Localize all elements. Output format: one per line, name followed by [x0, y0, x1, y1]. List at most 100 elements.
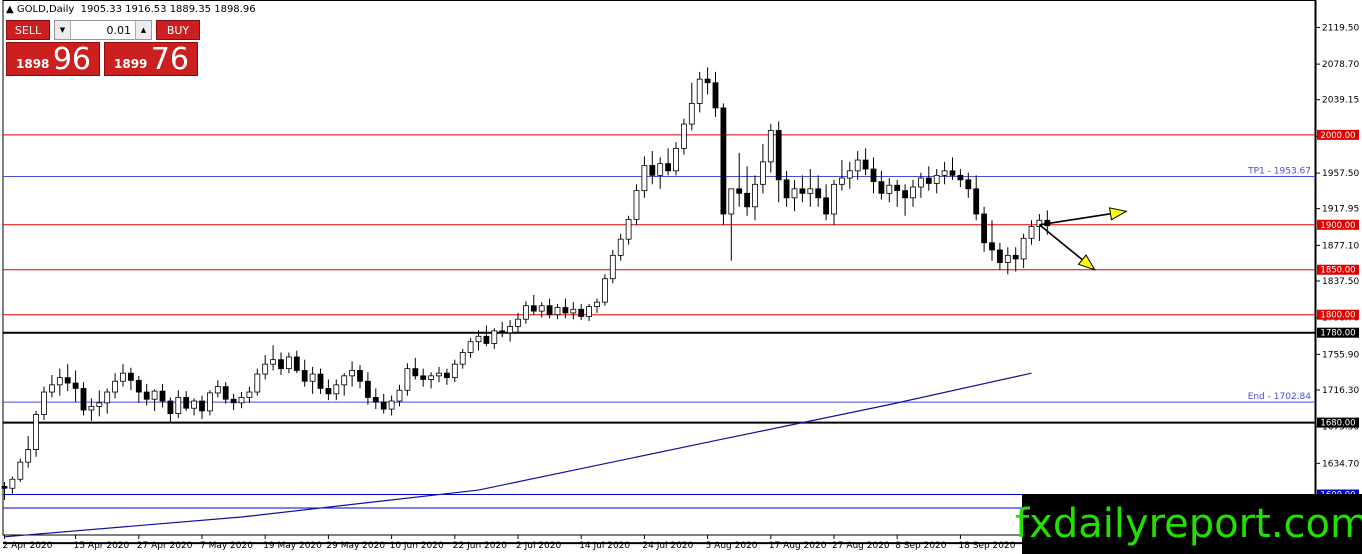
ask-price-button[interactable]: 1899 76 — [104, 42, 198, 77]
candle-body — [997, 249, 1003, 263]
date-tick-label: 29 May 2020 — [326, 541, 385, 551]
candle-body — [554, 307, 561, 316]
candle-body — [33, 414, 39, 450]
candle-body — [420, 375, 427, 380]
candle-body — [483, 335, 490, 344]
candle-body — [902, 190, 908, 199]
candle-body — [56, 377, 63, 386]
candle-body — [578, 308, 585, 317]
sell-button[interactable]: SELL — [6, 20, 50, 40]
candle-body — [807, 188, 814, 194]
date-tick-label: 2 Apr 2020 — [3, 541, 53, 551]
collapse-arrow-icon[interactable]: ▲ — [6, 4, 14, 15]
price-tick-label: 1877.10 — [1322, 241, 1359, 251]
candle-body — [80, 388, 87, 411]
candle-body — [349, 370, 356, 377]
candle-body — [586, 306, 592, 317]
lot-increase-arrow-icon[interactable]: ▲ — [135, 21, 151, 39]
date-tick-label: 10 Jun 2020 — [390, 541, 444, 551]
candle-body — [736, 188, 743, 194]
buy-button[interactable]: BUY — [156, 20, 200, 40]
ohlc-values: 1905.33 1916.53 1889.35 1898.96 — [80, 4, 256, 15]
candle-body — [428, 375, 435, 380]
candle-body — [625, 218, 632, 240]
candle-body — [499, 330, 506, 334]
price-tick-label: 1837.50 — [1322, 277, 1359, 287]
candle-body — [309, 373, 316, 382]
candle-body — [570, 308, 577, 314]
candle-body — [957, 174, 964, 181]
candle-body — [799, 188, 806, 194]
candle-body — [127, 372, 134, 381]
lot-size-control: ▼ ▲ — [54, 20, 152, 40]
candle-body — [135, 379, 142, 393]
date-tick-label: 22 Jun 2020 — [453, 541, 507, 551]
candle-body — [120, 372, 126, 382]
candle-body — [175, 397, 182, 415]
candle-body — [285, 356, 292, 370]
candle-body — [96, 402, 103, 407]
date-tick-label: 8 Sep 2020 — [895, 541, 947, 551]
candle-body — [688, 103, 695, 125]
candle-body — [412, 368, 419, 377]
candle-body — [364, 380, 371, 398]
bid-price-button[interactable]: 1898 96 — [6, 42, 100, 77]
candle-body — [451, 363, 458, 379]
candle-body — [72, 382, 79, 389]
candle-body — [846, 170, 853, 179]
bid-price-pips: 96 — [52, 42, 91, 77]
candle-body — [151, 390, 158, 400]
price-tick-label: 1917.95 — [1322, 205, 1359, 215]
candle-body — [293, 356, 300, 371]
candle-body — [191, 400, 198, 409]
candle-body — [1, 486, 8, 489]
candle-body — [523, 305, 529, 320]
price-tick-label: 1716.30 — [1322, 386, 1359, 396]
level-price-tag-label: 1680.00 — [1320, 419, 1355, 429]
lot-decrease-arrow-icon[interactable]: ▼ — [55, 21, 71, 39]
candle-body — [933, 174, 940, 184]
candle-body — [744, 192, 750, 208]
candle-body — [870, 168, 877, 183]
candle-body — [507, 325, 514, 334]
candle-body — [25, 449, 32, 463]
candle-body — [673, 147, 679, 172]
level-price-tag-label: 1780.00 — [1320, 329, 1355, 339]
lot-size-input[interactable] — [71, 23, 135, 37]
one-click-trading-panel: SELL ▼ ▲ BUY 1898 96 1899 76 — [6, 20, 200, 77]
date-tick-label: 24 Jul 2020 — [642, 541, 693, 551]
candle-body — [886, 184, 893, 194]
price-chart[interactable]: TP1 - 1953.67 End - 1702.84 2119.50 2078.70… — [0, 0, 1362, 554]
candle-body — [325, 388, 332, 395]
chart-title: ▲ GOLD,Daily 1905.33 1916.53 1889.35 189… — [6, 4, 256, 15]
plot-area — [2, 0, 1316, 536]
level-label: End - 1702.84 — [1248, 392, 1312, 402]
candle-body — [41, 391, 47, 415]
candle-body — [791, 188, 798, 199]
candle-body — [246, 391, 253, 398]
candle-body — [760, 161, 766, 185]
candle-body — [1012, 254, 1019, 260]
candle-body — [270, 359, 277, 365]
candle-body — [475, 335, 482, 343]
candle-body — [681, 123, 687, 149]
candle-body — [602, 278, 608, 303]
candle-body — [357, 370, 363, 382]
candle-body — [380, 401, 387, 410]
candle-body — [649, 165, 656, 176]
candle-body — [159, 390, 166, 402]
candle-body — [910, 186, 916, 199]
date-tick-label: 18 Sep 2020 — [958, 541, 1015, 551]
ask-price-prefix: 1899 — [114, 57, 148, 71]
candle-body — [372, 397, 379, 403]
level-price-tag-label: 1850.00 — [1320, 266, 1355, 276]
candle-body — [17, 461, 24, 480]
candle-body — [436, 372, 442, 377]
candle-body — [704, 78, 711, 84]
candle-body — [1028, 226, 1035, 239]
candle-body — [404, 368, 411, 391]
candle-body — [925, 177, 932, 184]
candle-body — [467, 341, 474, 353]
candle-body — [823, 197, 829, 215]
price-tick-label: 1755.90 — [1322, 350, 1359, 360]
